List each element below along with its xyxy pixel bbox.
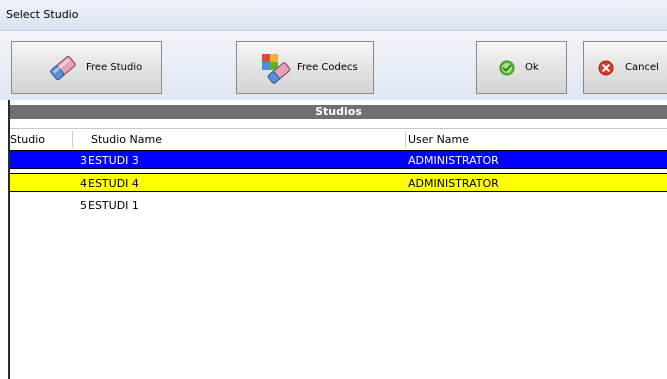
table-row[interactable]: 4 ESTUDI 4 ADMINISTRATOR [10,173,667,192]
free-codecs-button[interactable]: Free Codecs [236,41,374,94]
toolbar: Free Studio Free Codecs Ok Cancel [0,31,667,100]
studios-section-header: Studios [10,105,667,119]
codecs-eraser-icon [262,53,291,84]
window-title: Select Studio [6,8,79,21]
table-row[interactable]: 3 ESTUDI 3 ADMINISTRATOR [10,150,667,169]
table-row[interactable]: 5 ESTUDI 1 [10,196,667,215]
user-name-cell: ADMINISTRATOR [408,154,499,167]
free-studio-label: Free Studio [86,62,143,73]
studio-id-cell: 5 [80,199,87,212]
studio-name-cell: ESTUDI 3 [88,154,139,167]
column-header-user-name[interactable]: User Name [408,129,469,150]
column-separator [405,131,406,148]
column-header-studio[interactable]: Studio [10,129,45,150]
studio-name-cell: ESTUDI 4 [88,177,139,190]
studio-name-cell: ESTUDI 1 [88,199,139,212]
column-header-studio-name[interactable]: Studio Name [91,129,162,150]
grid-header-row: Studio Studio Name User Name [10,128,667,151]
eraser-icon [50,55,76,80]
studios-grid[interactable]: Studio Studio Name User Name 3 ESTUDI 3 … [10,120,667,379]
cancel-button[interactable]: Cancel [583,41,667,94]
cancel-label: Cancel [625,62,659,73]
check-circle-icon [499,60,515,75]
free-studio-button[interactable]: Free Studio [11,41,162,94]
title-bar: Select Studio [0,0,667,31]
studio-id-cell: 3 [80,154,87,167]
ok-button[interactable]: Ok [476,41,567,94]
cancel-circle-icon [598,60,614,75]
studio-id-cell: 4 [80,177,87,190]
column-separator [72,131,73,148]
select-studio-window: Select Studio Free Studio Free Codecs Ok… [0,0,667,379]
user-name-cell: ADMINISTRATOR [408,177,499,190]
ok-label: Ok [525,62,539,73]
free-codecs-label: Free Codecs [297,62,358,73]
